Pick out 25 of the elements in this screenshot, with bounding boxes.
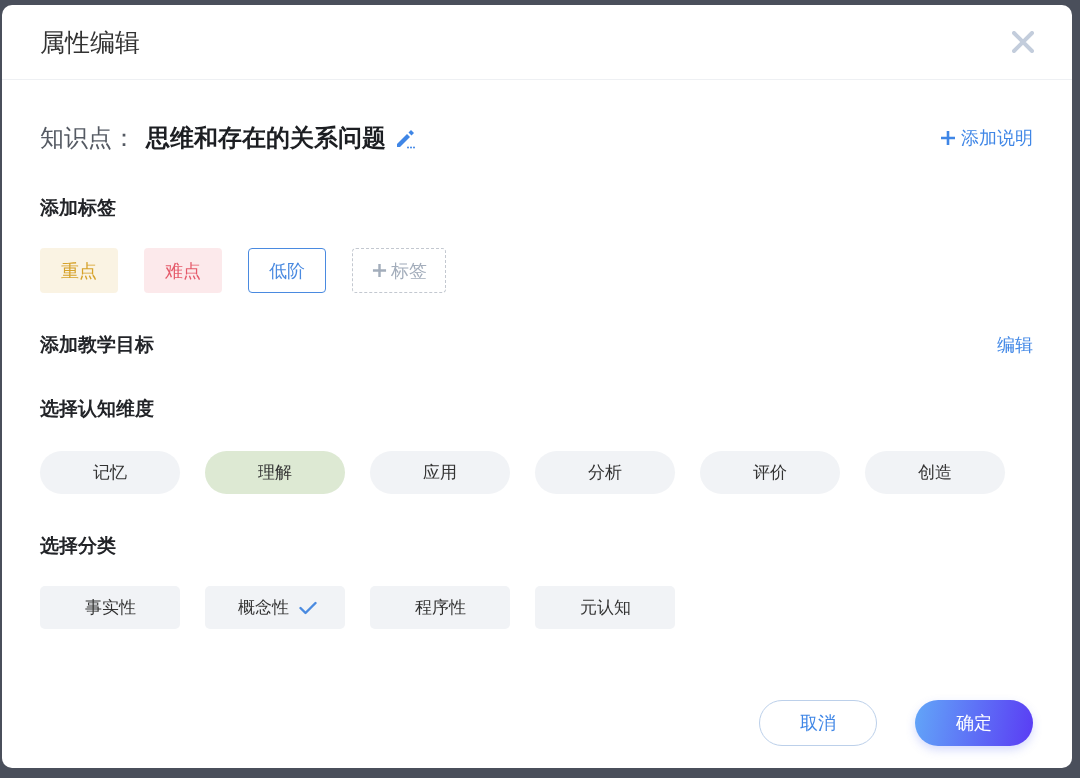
cognitive-level-option[interactable]: 应用 [370, 451, 510, 494]
plus-icon [940, 130, 956, 146]
category-option[interactable]: 事实性 [40, 586, 180, 629]
section-heading: 添加教学目标 [40, 333, 154, 357]
category-option[interactable]: 元认知 [535, 586, 675, 629]
cognitive-level-option[interactable]: 分析 [535, 451, 675, 494]
add-note-link[interactable]: 添加说明 [940, 126, 1033, 150]
section-heading: 选择分类 [40, 534, 116, 558]
cognitive-level-option[interactable]: 评价 [700, 451, 840, 494]
cognitive-level-option[interactable]: 理解 [205, 451, 345, 494]
cognitive-level-option[interactable]: 记忆 [40, 451, 180, 494]
category-option[interactable]: 程序性 [370, 586, 510, 629]
dialog-title: 属性编辑 [40, 26, 140, 58]
section-heading: 选择认知维度 [40, 397, 154, 421]
tag-chip[interactable]: 低阶 [248, 248, 326, 293]
section-heading: 添加标签 [40, 196, 116, 220]
confirm-button[interactable]: 确定 [915, 700, 1033, 746]
cancel-button[interactable]: 取消 [759, 700, 877, 746]
knowledge-point-title: 思维和存在的关系问题 [146, 123, 386, 153]
category-option[interactable]: 概念性 [205, 586, 345, 629]
edit-link[interactable]: 编辑 [997, 333, 1033, 357]
knowledge-point-label: 知识点： [40, 123, 136, 153]
plus-icon [371, 263, 387, 278]
pencil-icon[interactable] [394, 127, 416, 149]
cognitive-level-option[interactable]: 创造 [865, 451, 1005, 494]
